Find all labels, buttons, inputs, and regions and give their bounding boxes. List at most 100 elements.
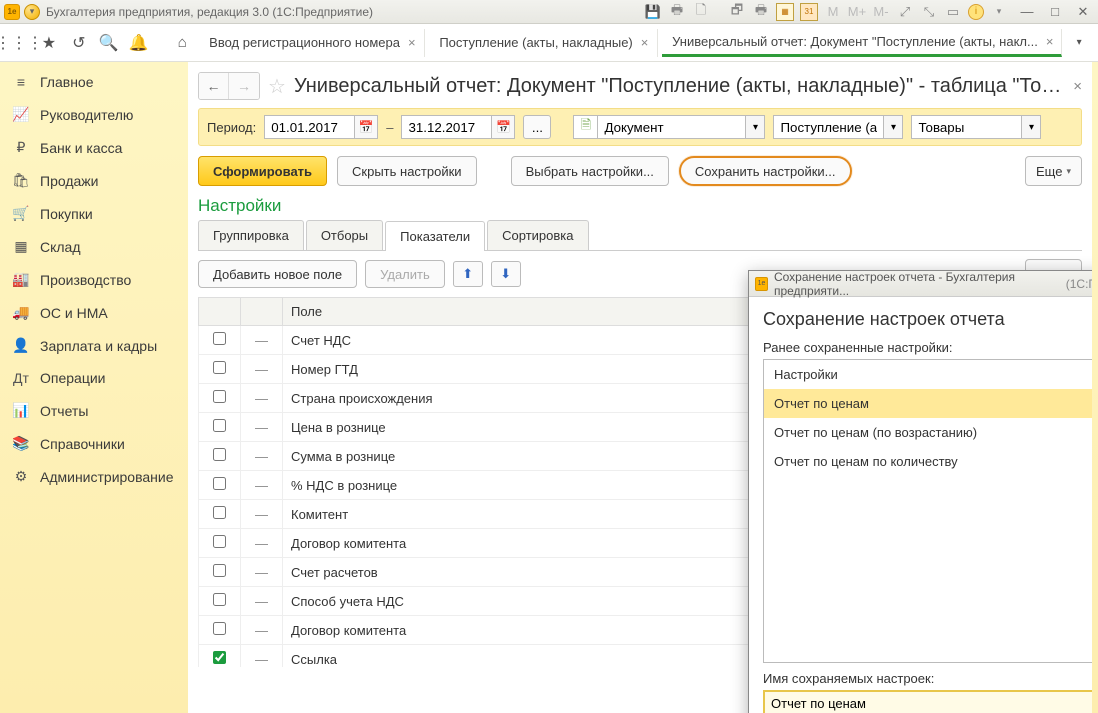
row-checkbox[interactable] — [213, 535, 226, 548]
list-item[interactable]: Отчет по ценам (по возрастанию) — [764, 418, 1092, 447]
move-up-button[interactable]: ⬆ — [453, 261, 483, 287]
row-checkbox[interactable] — [213, 390, 226, 403]
calendar2-icon[interactable]: 31 — [800, 3, 818, 21]
dialog-heading: Сохранение настроек отчета — [763, 309, 1092, 330]
tab-postuplenie[interactable]: Поступление (акты, накладные) × — [429, 29, 658, 57]
tab-filters[interactable]: Отборы — [306, 220, 383, 250]
row-checkbox[interactable] — [213, 593, 226, 606]
row-checkbox[interactable] — [213, 622, 226, 635]
type-combo-dropdown-icon[interactable]: ▾ — [745, 115, 765, 139]
date-to-picker-icon[interactable]: 📅 — [491, 115, 515, 139]
sidebar-item[interactable]: 👤Зарплата и кадры — [0, 329, 188, 362]
row-checkbox[interactable] — [213, 564, 226, 577]
nav-back-button[interactable]: ← — [199, 73, 229, 99]
mem-m[interactable]: M — [824, 3, 842, 21]
sidebar-item[interactable]: ⚙Администрирование — [0, 460, 188, 493]
sidebar-item[interactable]: 🛍Продажи — [0, 164, 188, 197]
row-checkbox[interactable] — [213, 506, 226, 519]
row-checkbox[interactable] — [213, 361, 226, 374]
add-field-button[interactable]: Добавить новое поле — [198, 260, 357, 288]
info-dropdown-icon[interactable]: ▾ — [990, 3, 1008, 21]
generate-button[interactable]: Сформировать — [198, 156, 327, 186]
tab-grouping[interactable]: Группировка — [198, 220, 304, 250]
table-combo[interactable] — [911, 115, 1021, 139]
print-icon[interactable]: 🖶 — [668, 3, 686, 21]
delete-field-button[interactable]: Удалить — [365, 260, 445, 288]
move-down-button[interactable]: ⬇ — [491, 261, 521, 287]
document-icon: 🗎 — [573, 115, 597, 139]
zoom-out-icon[interactable]: ⤢ — [896, 3, 914, 21]
previous-settings-label: Ранее сохраненные настройки: — [763, 340, 1092, 355]
list-item[interactable]: Отчет по ценам — [764, 389, 1092, 418]
type-combo[interactable] — [597, 115, 745, 139]
zoom-in-icon[interactable]: ⤡ — [920, 3, 938, 21]
sidebar-item[interactable]: ▦Склад — [0, 230, 188, 263]
row-checkbox[interactable] — [213, 651, 226, 664]
page-close-icon[interactable]: × — [1073, 78, 1082, 95]
mem-mplus[interactable]: M+ — [848, 3, 866, 21]
tab-close-icon[interactable]: × — [641, 35, 649, 50]
sidebar-item[interactable]: 📊Отчеты — [0, 394, 188, 427]
row-checkbox[interactable] — [213, 332, 226, 345]
print2-icon[interactable]: 🖶 — [752, 3, 770, 21]
row-checkbox[interactable] — [213, 448, 226, 461]
tab-close-icon[interactable]: × — [1046, 34, 1054, 49]
preview-icon[interactable]: 🗋 — [692, 3, 710, 21]
subtype-combo-dropdown-icon[interactable]: ▾ — [883, 115, 903, 139]
tab-registration[interactable]: Ввод регистрационного номера × — [199, 29, 425, 57]
subtype-combo[interactable] — [773, 115, 883, 139]
table-combo-dropdown-icon[interactable]: ▾ — [1021, 115, 1041, 139]
minimize-button[interactable]: — — [1016, 3, 1038, 21]
nav-forward-button[interactable]: → — [229, 73, 259, 99]
date-from-picker-icon[interactable]: 📅 — [354, 115, 378, 139]
apps-icon[interactable]: ⋮⋮⋮ — [6, 30, 32, 56]
close-button[interactable]: ✕ — [1072, 3, 1094, 21]
sidebar-item[interactable]: ₽Банк и касса — [0, 131, 188, 164]
right-gutter — [1092, 62, 1098, 713]
sidebar-item[interactable]: 📚Справочники — [0, 427, 188, 460]
list-item[interactable]: Отчет по ценам по количеству — [764, 447, 1092, 476]
search-icon[interactable]: 🔍 — [96, 30, 122, 56]
compare-icon[interactable]: 🗗 — [728, 3, 746, 21]
calendar-icon[interactable]: ▦ — [776, 3, 794, 21]
save-icon[interactable]: 💾 — [644, 3, 662, 21]
date-from-input[interactable] — [264, 115, 354, 139]
sidebar-item-label: Продажи — [40, 173, 98, 189]
tab-indicators[interactable]: Показатели — [385, 221, 485, 251]
sidebar-item[interactable]: 🛒Покупки — [0, 197, 188, 230]
pick-settings-button[interactable]: Выбрать настройки... — [511, 156, 669, 186]
notifications-icon[interactable]: 🔔 — [126, 30, 152, 56]
sidebar-item-label: Производство — [40, 272, 131, 288]
sidebar-item[interactable]: 🏭Производство — [0, 263, 188, 296]
sidebar-item[interactable]: 📈Руководителю — [0, 98, 188, 131]
list-item[interactable]: Настройки — [764, 360, 1092, 389]
tab-sorting[interactable]: Сортировка — [487, 220, 588, 250]
history-icon[interactable]: ↺ — [66, 30, 92, 56]
sidebar-icon: ₽ — [12, 139, 30, 156]
calc-icon[interactable]: ▭ — [944, 3, 962, 21]
date-to-input[interactable] — [401, 115, 491, 139]
row-checkbox[interactable] — [213, 419, 226, 432]
maximize-button[interactable]: □ — [1044, 3, 1066, 21]
info-icon[interactable]: i — [968, 4, 984, 20]
favorite-icon[interactable]: ★ — [36, 30, 62, 56]
sidebar-item[interactable]: ДтОперации — [0, 362, 188, 394]
tab-close-icon[interactable]: × — [408, 35, 416, 50]
mem-mminus[interactable]: M- — [872, 3, 890, 21]
row-checkbox[interactable] — [213, 477, 226, 490]
favorite-star-icon[interactable]: ☆ — [268, 74, 286, 99]
row-indicator-icon: — — [241, 326, 283, 355]
app-menu-dropdown-icon[interactable]: ▾ — [24, 4, 40, 20]
save-settings-button[interactable]: Сохранить настройки... — [679, 156, 852, 186]
period-label: Период: — [207, 120, 256, 135]
tabs-overflow-icon[interactable]: ▾ — [1066, 30, 1092, 56]
period-more-button[interactable]: ... — [523, 115, 551, 139]
saved-settings-list[interactable]: НастройкиОтчет по ценамОтчет по ценам (п… — [763, 359, 1092, 663]
home-icon[interactable]: ⌂ — [169, 30, 195, 56]
more-button[interactable]: Еще ▾ — [1025, 156, 1082, 186]
tab-report[interactable]: Универсальный отчет: Документ "Поступлен… — [662, 29, 1062, 57]
sidebar-item[interactable]: 🚚ОС и НМА — [0, 296, 188, 329]
sidebar-item[interactable]: ≡Главное — [0, 66, 188, 98]
hide-settings-button[interactable]: Скрыть настройки — [337, 156, 477, 186]
settings-name-input[interactable] — [763, 690, 1092, 713]
